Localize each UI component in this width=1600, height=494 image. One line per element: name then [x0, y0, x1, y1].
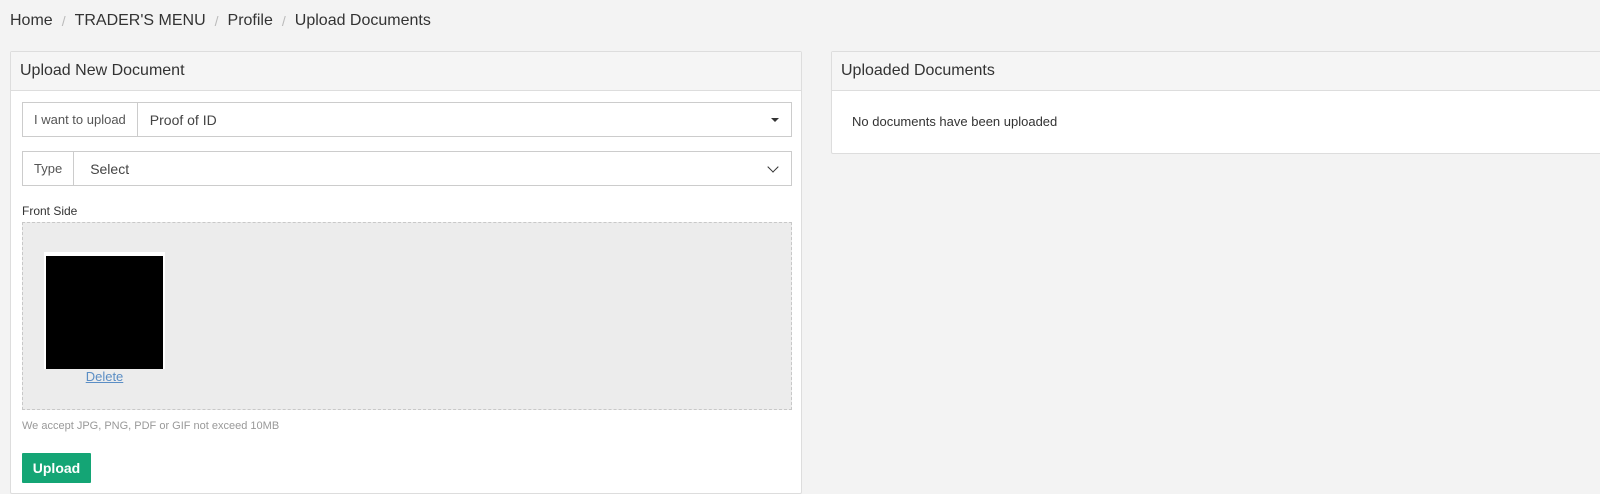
breadcrumb-current: Upload Documents — [294, 12, 431, 29]
document-type-label: Type — [23, 152, 75, 185]
document-type-value: Select — [90, 160, 130, 177]
panel-title: Upload New Document — [11, 52, 801, 91]
document-category-group: I want to upload Proof of ID — [22, 102, 792, 137]
delete-file-link[interactable]: Delete — [44, 369, 165, 384]
breadcrumb-separator: / — [61, 13, 66, 29]
breadcrumb-home[interactable]: Home — [10, 12, 53, 30]
document-type-select[interactable]: Select — [74, 152, 791, 185]
empty-state-message: No documents have been uploaded — [852, 114, 1058, 129]
document-category-label: I want to upload — [23, 103, 138, 136]
document-category-select[interactable]: Proof of ID — [138, 103, 791, 136]
breadcrumb: Home / TRADER'S MENU / Profile / Upload … — [10, 12, 431, 30]
breadcrumb-separator: / — [214, 13, 219, 29]
document-type-group: Type Select — [22, 151, 792, 186]
panel-title: Uploaded Documents — [832, 52, 1600, 91]
upload-new-document-panel: Upload New Document I want to upload Pro… — [10, 51, 802, 494]
document-category-value: Proof of ID — [149, 111, 217, 128]
file-dropzone[interactable]: Delete — [22, 222, 792, 410]
breadcrumb-traders-menu[interactable]: TRADER'S MENU — [75, 12, 206, 30]
chevron-down-icon — [767, 160, 779, 173]
thumbnail-image — [46, 256, 163, 369]
uploaded-file-thumbnail — [44, 252, 165, 369]
caret-down-icon — [771, 117, 779, 122]
breadcrumb-separator: / — [281, 13, 286, 29]
front-side-label: Front Side — [22, 204, 78, 218]
upload-button[interactable]: Upload — [22, 453, 91, 483]
file-format-hint: We accept JPG, PNG, PDF or GIF not excee… — [22, 420, 280, 432]
breadcrumb-profile[interactable]: Profile — [228, 12, 273, 30]
uploaded-documents-panel: Uploaded Documents No documents have bee… — [831, 51, 1600, 154]
